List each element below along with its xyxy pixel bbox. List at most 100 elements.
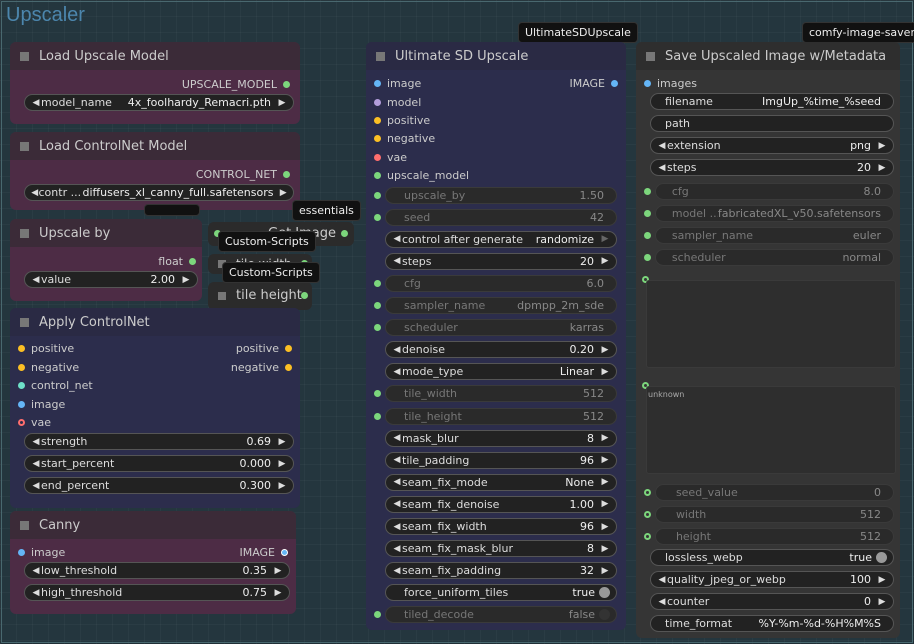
arrow-left-icon[interactable]: ◀ bbox=[392, 499, 402, 509]
output-dot-icon[interactable] bbox=[285, 344, 292, 352]
output-image[interactable]: IMAGE bbox=[569, 74, 624, 92]
node-title[interactable]: Ultimate SD Upscale bbox=[366, 42, 626, 70]
input-dot-icon[interactable] bbox=[374, 302, 381, 309]
arrow-left-icon[interactable]: ◀ bbox=[657, 597, 667, 607]
collapse-icon[interactable] bbox=[20, 141, 29, 151]
input-dot-icon[interactable] bbox=[374, 213, 381, 221]
usd-upscale-by-row[interactable]: upscale_by 1.50 bbox=[368, 186, 624, 204]
arrow-right-icon[interactable]: ▶ bbox=[181, 275, 191, 285]
cfg-row[interactable]: cfg 8.0 bbox=[638, 182, 896, 200]
collapse-icon[interactable] bbox=[20, 228, 29, 238]
collapse-icon[interactable] bbox=[218, 292, 226, 300]
input-dot-icon[interactable] bbox=[374, 116, 381, 124]
load-controlnet-node[interactable]: Load ControlNet Model CONTROL_NET ◀ cont… bbox=[10, 132, 300, 210]
output-dot-icon[interactable] bbox=[283, 80, 290, 88]
counter-widget[interactable]: ◀ counter 0 ▶ bbox=[650, 593, 894, 610]
arrow-right-icon[interactable]: ▶ bbox=[600, 256, 610, 266]
usd-seam-fix-width-widget[interactable]: ◀ seam_fix_width 96 ▶ bbox=[385, 518, 617, 535]
collapse-icon[interactable] bbox=[376, 51, 385, 61]
arrow-left-icon[interactable]: ◀ bbox=[31, 188, 39, 198]
lossless-webp-toggle[interactable]: lossless_webp true bbox=[650, 549, 894, 566]
value-widget[interactable]: ◀ value 2.00 ▶ bbox=[24, 271, 198, 288]
input-dot-icon[interactable] bbox=[644, 510, 651, 518]
output-dot-icon[interactable] bbox=[611, 79, 618, 87]
upscale-by-node[interactable]: Upscale by float ◀ value 2.00 ▶ bbox=[10, 219, 202, 301]
output-dot-icon[interactable] bbox=[283, 170, 290, 178]
usd-seam-fix-width-row[interactable]: ◀ seam_fix_width 96 ▶ bbox=[368, 518, 624, 536]
steps-widget[interactable]: ◀ steps 20 ▶ bbox=[650, 159, 894, 176]
arrow-left-icon[interactable]: ◀ bbox=[657, 163, 667, 173]
input-positive[interactable]: positive bbox=[12, 339, 74, 357]
arrow-left-icon[interactable]: ◀ bbox=[392, 367, 402, 377]
usd-seam-fix-mode-widget[interactable]: ◀ seam_fix_mode None ▶ bbox=[385, 473, 617, 491]
usd-seed-widget[interactable]: seed 42 bbox=[385, 208, 617, 226]
arrow-left-icon[interactable]: ◀ bbox=[31, 588, 41, 598]
usd-steps-row[interactable]: ◀ steps 20 ▶ bbox=[368, 252, 624, 270]
control-net-name-widget[interactable]: ◀ contr ... diffusers_xl_canny_full.safe… bbox=[24, 184, 294, 201]
filename-widget[interactable]: filename ImgUp_%time_%seed bbox=[650, 93, 894, 110]
usd-tile-padding-row[interactable]: ◀ tile_padding 96 ▶ bbox=[368, 451, 624, 469]
usd-seam-fix-mode-row[interactable]: ◀ seam_fix_mode None ▶ bbox=[368, 473, 624, 491]
usd-tile-height-row[interactable]: tile_height 512 bbox=[368, 407, 624, 425]
arrow-right-icon[interactable]: ▶ bbox=[877, 141, 887, 151]
output-positive[interactable]: positive bbox=[236, 339, 298, 357]
arrow-right-icon[interactable]: ▶ bbox=[600, 544, 610, 554]
arrow-right-icon[interactable]: ▶ bbox=[279, 188, 287, 198]
arrow-right-icon[interactable]: ▶ bbox=[273, 566, 283, 576]
usd-tiled-decode-row[interactable]: tiled_decode false bbox=[368, 606, 624, 624]
arrow-right-icon[interactable]: ▶ bbox=[877, 597, 887, 607]
arrow-right-icon[interactable]: ▶ bbox=[600, 566, 610, 576]
arrow-left-icon[interactable]: ◀ bbox=[392, 433, 402, 443]
arrow-left-icon[interactable]: ◀ bbox=[657, 141, 667, 151]
input-model[interactable]: model bbox=[368, 93, 421, 111]
arrow-left-icon[interactable]: ◀ bbox=[31, 437, 41, 447]
collapse-icon[interactable] bbox=[646, 51, 655, 61]
input-dot-icon[interactable] bbox=[644, 488, 651, 496]
input-dot-icon[interactable] bbox=[644, 209, 651, 217]
node-title[interactable]: Load ControlNet Model bbox=[10, 132, 300, 160]
output-image[interactable]: IMAGE bbox=[239, 543, 294, 561]
input-dot-icon[interactable] bbox=[374, 153, 381, 161]
input-dot-icon[interactable] bbox=[18, 400, 25, 408]
collapse-icon[interactable] bbox=[20, 520, 29, 530]
input-images[interactable]: images bbox=[638, 74, 697, 92]
usd-sampler-name-row[interactable]: sampler_name dpmpp_2m_sde bbox=[368, 297, 624, 315]
sampler-row[interactable]: sampler_name euler bbox=[638, 226, 896, 244]
arrow-left-icon[interactable]: ◀ bbox=[392, 345, 402, 355]
node-title[interactable]: Canny bbox=[10, 511, 296, 539]
usd-tile-padding-widget[interactable]: ◀ tile_padding 96 ▶ bbox=[385, 451, 617, 469]
input-image[interactable]: image bbox=[12, 543, 65, 561]
arrow-right-icon[interactable]: ▶ bbox=[600, 345, 610, 355]
arrow-right-icon[interactable]: ▶ bbox=[600, 499, 610, 509]
usd-mode-type-widget[interactable]: ◀ mode_type Linear ▶ bbox=[385, 363, 617, 381]
input-vae[interactable]: vae bbox=[368, 148, 407, 166]
usd-scheduler-widget[interactable]: scheduler karras bbox=[385, 319, 617, 337]
input-dot-icon[interactable] bbox=[374, 390, 381, 398]
model-row[interactable]: model ... fabricatedXL_v50.safetensors bbox=[638, 204, 896, 222]
input-dot-icon[interactable] bbox=[644, 231, 651, 239]
input-dot-icon[interactable] bbox=[374, 134, 381, 142]
input-dot-icon[interactable] bbox=[374, 279, 381, 287]
usd-mask-blur-row[interactable]: ◀ mask_blur 8 ▶ bbox=[368, 429, 624, 447]
arrow-right-icon[interactable]: ▶ bbox=[877, 575, 887, 585]
arrow-right-icon[interactable]: ▶ bbox=[277, 481, 287, 491]
extension-widget[interactable]: ◀ extension png ▶ bbox=[650, 137, 894, 154]
usd-sampler-name-widget[interactable]: sampler_name dpmpp_2m_sde bbox=[385, 297, 617, 314]
arrow-right-icon[interactable]: ▶ bbox=[600, 367, 610, 377]
usd-cfg-row[interactable]: cfg 6.0 bbox=[368, 274, 624, 292]
usd-force-uniform-tiles-widget[interactable]: force_uniform_tiles true bbox=[385, 584, 617, 602]
arrow-left-icon[interactable]: ◀ bbox=[31, 459, 41, 469]
arrow-right-icon[interactable]: ▶ bbox=[600, 234, 610, 244]
input-dot-icon[interactable] bbox=[374, 79, 381, 87]
input-dot-icon[interactable] bbox=[374, 412, 381, 420]
output-dot-icon[interactable] bbox=[341, 230, 348, 237]
usd-tile-height-widget[interactable]: tile_height 512 bbox=[385, 407, 617, 425]
input-negative[interactable]: negative bbox=[368, 129, 435, 147]
arrow-right-icon[interactable]: ▶ bbox=[600, 455, 610, 465]
apply-controlnet-node[interactable]: Apply ControlNet positive negative contr… bbox=[10, 308, 300, 508]
usd-denoise-row[interactable]: ◀ denoise 0.20 ▶ bbox=[368, 341, 624, 359]
node-title[interactable]: Save Upscaled Image w/Metadata bbox=[636, 42, 900, 70]
output-negative[interactable]: negative bbox=[231, 358, 298, 376]
unknown-textarea-2[interactable] bbox=[646, 386, 896, 474]
usd-seed-row[interactable]: seed 42 bbox=[368, 208, 624, 226]
